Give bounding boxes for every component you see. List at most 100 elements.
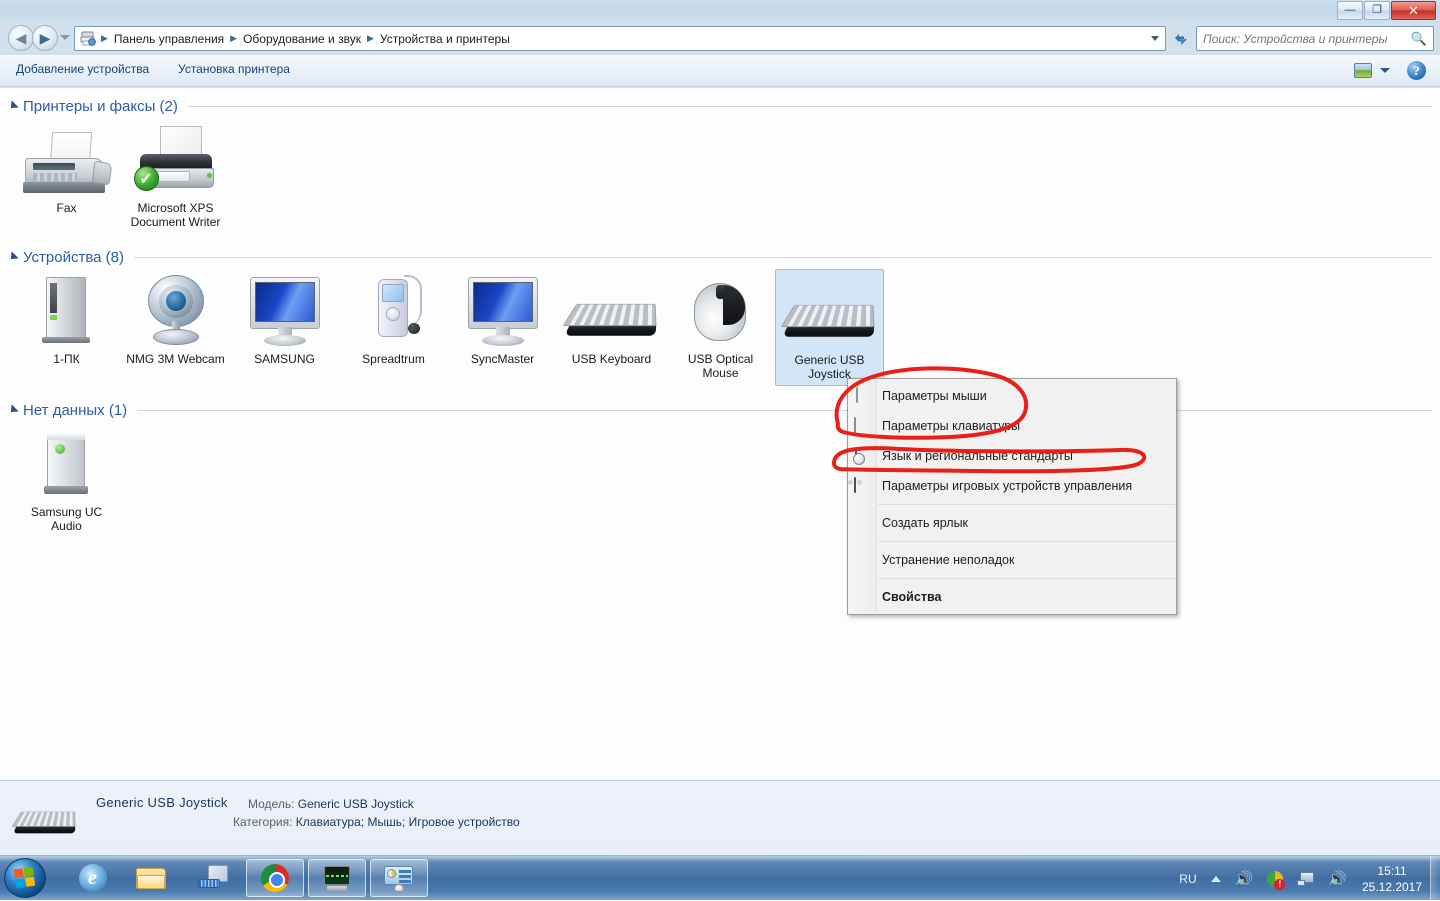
details-pane: Generic USB Joystick Модель: Generic USB… (0, 780, 1440, 855)
search-box[interactable]: 🔍 (1196, 26, 1434, 51)
device-list-area: Принтеры и факсы (2) Fax ✓ Microsoft XPS… (0, 88, 1440, 780)
context-menu[interactable]: Параметры мыши Параметры клавиатуры Язык… (847, 378, 1177, 615)
device-tile-usb-keyboard[interactable]: USB Keyboard (557, 269, 666, 386)
printers-tile-row: Fax ✓ Microsoft XPS Document Writer (0, 118, 1440, 233)
search-icon[interactable]: 🔍 (1411, 31, 1427, 47)
add-device-button[interactable]: Добавление устройства (16, 62, 149, 76)
device-tile-samsung[interactable]: SAMSUNG (230, 269, 339, 386)
section-divider (137, 409, 1432, 411)
device-label: Samsung UC Audio (30, 505, 103, 533)
breadcrumb-separator[interactable]: ▶ (228, 33, 239, 44)
printer-icon: ✓ (132, 124, 220, 196)
device-label: Microsoft XPS Document Writer (130, 201, 221, 229)
title-bar[interactable]: — ❐ ✕ (0, 0, 1440, 22)
taskbar: e RU 🔊 🔊 15:11 25.12.2017 (0, 855, 1440, 901)
mouse-icon (686, 275, 756, 347)
minimize-button[interactable]: — (1337, 1, 1363, 20)
maximize-button[interactable]: ❐ (1364, 1, 1390, 20)
chevron-down-icon[interactable] (1151, 36, 1159, 41)
search-input[interactable] (1203, 31, 1411, 46)
show-hidden-icons-button[interactable] (1210, 875, 1221, 882)
context-menu-separator (878, 504, 1175, 505)
address-bar[interactable]: ▶ Панель управления ▶ Оборудование и зву… (74, 26, 1166, 51)
section-title: Устройства (8) (23, 248, 124, 266)
section-divider (133, 256, 1432, 258)
device-tile-syncmaster[interactable]: SyncMaster (448, 269, 557, 386)
language-indicator[interactable]: RU (1179, 872, 1196, 886)
window-controls: — ❐ ✕ (1337, 1, 1436, 20)
breadcrumb-item-hardware-sound[interactable]: Оборудование и звук (239, 30, 365, 48)
gamepad-icon (854, 476, 873, 495)
keyboard-icon (11, 807, 106, 857)
device-label: Fax (56, 201, 77, 215)
keyboard-icon (854, 416, 873, 435)
details-device-title: Generic USB Joystick (96, 795, 228, 810)
device-tile-usb-mouse[interactable]: USB Optical Mouse (666, 269, 775, 386)
chevron-down-icon[interactable] (1380, 68, 1390, 73)
device-tile-generic-usb-joystick[interactable]: Generic USB Joystick (775, 269, 884, 386)
taskbar-button-performance-monitor[interactable] (308, 859, 366, 897)
context-menu-item-region-language[interactable]: Язык и региональные стандарты (848, 441, 1176, 471)
device-tile-fax[interactable]: Fax (12, 118, 121, 233)
section-header-printers[interactable]: Принтеры и факсы (2) (0, 94, 1440, 118)
view-layout-icon[interactable] (1354, 63, 1372, 78)
context-menu-item-keyboard-settings[interactable]: Параметры клавиатуры (848, 411, 1176, 441)
context-menu-item-properties[interactable]: Свойства (848, 582, 1176, 612)
details-category-value: Клавиатура; Мышь; Игровое устройство (295, 815, 520, 829)
section-header-devices[interactable]: Устройства (8) (0, 245, 1440, 269)
taskbar-button-google-chrome[interactable] (246, 859, 304, 897)
taskbar-button-explorer[interactable] (124, 859, 177, 897)
help-icon[interactable]: ? (1407, 61, 1426, 80)
speaker-icon[interactable]: 🔊 (1328, 870, 1347, 888)
taskbar-button-keyboard-monitor-app[interactable] (186, 859, 239, 897)
collapse-arrow-icon[interactable] (7, 404, 19, 416)
collapse-arrow-icon[interactable] (7, 251, 19, 263)
section-divider (187, 105, 1432, 107)
action-center-icon[interactable] (1267, 870, 1286, 890)
start-button[interactable] (4, 858, 46, 898)
device-tile-spreadtrum[interactable]: Spreadtrum (339, 269, 448, 386)
computer-tower-icon (38, 275, 96, 347)
context-menu-item-label: Язык и региональные стандарты (882, 449, 1073, 463)
details-model-value: Generic USB Joystick (297, 797, 414, 811)
device-tile-webcam[interactable]: NMG 3M Webcam (121, 269, 230, 386)
clock[interactable]: 15:11 25.12.2017 (1354, 863, 1430, 895)
context-menu-item-label: Устранение неполадок (882, 553, 1015, 567)
nodata-tile-row: Samsung UC Audio (0, 422, 1440, 537)
context-menu-item-create-shortcut[interactable]: Создать ярлык (848, 508, 1176, 538)
context-menu-item-mouse-settings[interactable]: Параметры мыши (848, 381, 1176, 411)
breadcrumb-item-devices-printers[interactable]: Устройства и принтеры (376, 30, 514, 48)
forward-button[interactable]: ▶ (32, 25, 58, 51)
taskbar-button-internet-explorer[interactable]: e (66, 859, 119, 897)
breadcrumb-item-control-panel[interactable]: Панель управления (110, 30, 228, 48)
section-title: Принтеры и факсы (2) (23, 97, 178, 115)
device-tile-samsung-uc-audio[interactable]: Samsung UC Audio (12, 422, 121, 537)
volume-icon[interactable]: 🔊 (1235, 870, 1254, 888)
context-menu-item-game-controllers[interactable]: Параметры игровых устройств управления (848, 471, 1176, 501)
details-category-label: Категория: (233, 815, 293, 829)
phone-icon (364, 275, 424, 347)
monitor-icon (466, 275, 540, 347)
close-button[interactable]: ✕ (1391, 1, 1436, 20)
folder-icon (135, 866, 166, 890)
context-menu-item-troubleshoot[interactable]: Устранение неполадок (848, 545, 1176, 575)
command-bar: Добавление устройства Установка принтера… (0, 55, 1440, 87)
speaker-icon (39, 428, 95, 500)
taskbar-button-devices-and-printers[interactable] (370, 859, 428, 897)
clock-date: 25.12.2017 (1361, 879, 1423, 894)
device-tile-xps-writer[interactable]: ✓ Microsoft XPS Document Writer (121, 118, 230, 233)
recent-pages-dropdown-icon[interactable] (60, 35, 70, 40)
add-printer-button[interactable]: Установка принтера (178, 62, 290, 76)
back-button[interactable]: ◀ (8, 25, 34, 51)
default-printer-check-icon: ✓ (133, 166, 159, 191)
collapse-arrow-icon[interactable] (7, 100, 19, 112)
device-tile-pc[interactable]: 1-ПК (12, 269, 121, 386)
show-desktop-button[interactable] (1430, 856, 1440, 901)
network-icon[interactable] (1297, 871, 1315, 886)
keyboard-icon (779, 276, 876, 348)
refresh-button[interactable] (1168, 26, 1192, 51)
breadcrumb-separator[interactable]: ▶ (365, 33, 376, 44)
monitor-icon (248, 275, 322, 347)
details-model-label: Модель: (248, 797, 295, 811)
section-header-nodata[interactable]: Нет данных (1) (0, 398, 1440, 422)
